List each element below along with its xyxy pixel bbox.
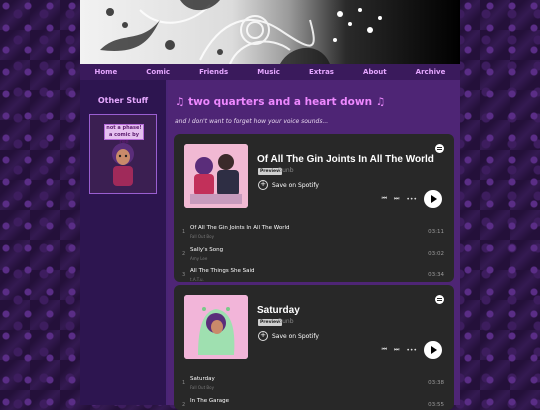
save-on-spotify-button[interactable]: + Save on Spotify — [258, 180, 319, 190]
track-duration: 03:02 — [428, 251, 444, 257]
character-illustration — [108, 140, 138, 186]
track-name: All The Things She Said — [190, 268, 255, 274]
header-banner — [80, 0, 460, 64]
nav-music[interactable]: Music — [257, 68, 280, 76]
track-duration: 03:34 — [428, 272, 444, 278]
track-name: Saturday — [190, 376, 215, 382]
previous-icon[interactable]: ⏮ — [382, 195, 387, 203]
play-button[interactable] — [424, 341, 442, 359]
track-row[interactable]: 2 Sally's Song Amy Lee 03:02 — [174, 244, 454, 266]
track-name: In The Garage — [190, 398, 229, 404]
playlist-title[interactable]: Saturday — [257, 305, 300, 316]
track-row[interactable]: 1 Of All The Gin Joints In All The World… — [174, 222, 454, 244]
save-on-spotify-button[interactable]: + Save on Spotify — [258, 331, 319, 341]
comic-button-image[interactable]: not a phase! a comic by ree — [89, 114, 157, 194]
nav-comic[interactable]: Comic — [146, 68, 170, 76]
spotify-embed-1: Of All The Gin Joints In All The World P… — [174, 134, 454, 282]
album-cover[interactable] — [184, 295, 248, 359]
track-number: 1 — [182, 380, 185, 386]
track-duration: 03:38 — [428, 380, 444, 386]
more-options-icon[interactable]: ••• — [406, 196, 417, 203]
playlist-owner[interactable]: Bunb — [278, 318, 294, 325]
plus-icon: + — [258, 180, 268, 190]
playlist-owner[interactable]: Bunb — [278, 167, 294, 174]
track-number: 1 — [182, 229, 185, 235]
track-name: Sally's Song — [190, 247, 223, 253]
save-label: Save on Spotify — [272, 182, 319, 189]
playback-controls: ⏮ ⏭ ••• — [382, 341, 442, 359]
track-row[interactable]: 1 Saturday Fall Out Boy 03:38 — [174, 373, 454, 395]
track-row[interactable]: 2 In The Garage 03:55 — [174, 395, 454, 410]
nav-friends[interactable]: Friends — [199, 68, 228, 76]
sidebar-title: Other Stuff — [80, 96, 166, 105]
track-duration: 03:11 — [428, 229, 444, 235]
playlist-title[interactable]: Of All The Gin Joints In All The World — [257, 154, 434, 165]
playback-controls: ⏮ ⏭ ••• — [382, 190, 442, 208]
track-name: Of All The Gin Joints In All The World — [190, 225, 290, 231]
sidebar: Other Stuff not a phase! a comic by ree — [80, 80, 168, 405]
nav-archive[interactable]: Archive — [416, 68, 446, 76]
spotify-logo-icon[interactable] — [435, 144, 444, 153]
track-row[interactable]: 3 All The Things She Said t.A.T.u. 03:34 — [174, 265, 454, 282]
track-number: 2 — [182, 251, 185, 257]
main-nav: Home Comic Friends Music Extras About Ar… — [80, 64, 460, 80]
next-icon[interactable]: ⏭ — [394, 346, 399, 354]
next-icon[interactable]: ⏭ — [394, 195, 399, 203]
page-subtitle: and I don't want to forget how your voic… — [175, 118, 328, 125]
spotify-embed-2: Saturday Preview Bunb + Save on Spotify … — [174, 285, 454, 410]
page-title: ♫ two quarters and a heart down ♫ — [175, 96, 385, 108]
main-content: ♫ two quarters and a heart down ♫ and I … — [168, 80, 460, 405]
page-container: Home Comic Friends Music Extras About Ar… — [80, 0, 460, 405]
spotify-logo-icon[interactable] — [435, 295, 444, 304]
track-number: 3 — [182, 272, 185, 278]
track-list: 1 Of All The Gin Joints In All The World… — [174, 222, 454, 282]
play-button[interactable] — [424, 190, 442, 208]
comic-logo: not a phase! a comic by ree — [104, 124, 144, 140]
previous-icon[interactable]: ⏮ — [382, 346, 387, 354]
nav-home[interactable]: Home — [95, 68, 118, 76]
nav-about[interactable]: About — [363, 68, 387, 76]
nav-extras[interactable]: Extras — [309, 68, 334, 76]
plus-icon: + — [258, 331, 268, 341]
album-cover[interactable] — [184, 144, 248, 208]
more-options-icon[interactable]: ••• — [406, 347, 417, 354]
track-artist: Fall Out Boy — [190, 385, 214, 390]
track-artist: t.A.T.u. — [190, 277, 204, 282]
track-list: 1 Saturday Fall Out Boy 03:38 2 In The G… — [174, 373, 454, 410]
track-artist: Amy Lee — [190, 256, 207, 261]
track-artist: Fall Out Boy — [190, 234, 214, 239]
save-label: Save on Spotify — [272, 333, 319, 340]
